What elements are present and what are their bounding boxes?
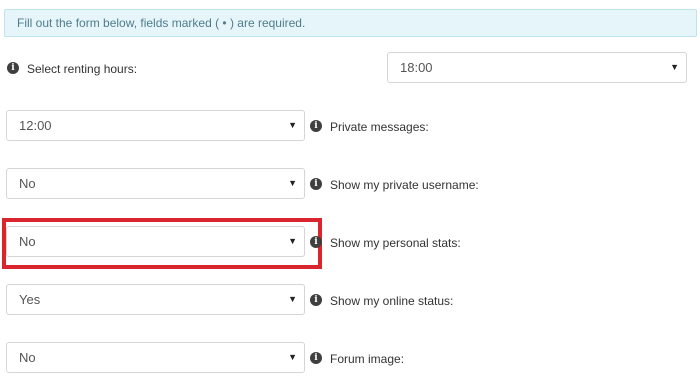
renting-hours-label: Select renting hours: bbox=[27, 62, 138, 76]
info-icon: i bbox=[310, 120, 322, 132]
chevron-down-icon: ▼ bbox=[288, 352, 297, 362]
forum-image-value: No bbox=[19, 350, 36, 365]
form-page: Fill out the form below, fields marked (… bbox=[0, 0, 700, 378]
chevron-down-icon: ▼ bbox=[288, 236, 297, 246]
personal-stats-label: Show my personal stats: bbox=[330, 236, 461, 250]
private-username-label: Show my private username: bbox=[330, 178, 479, 192]
online-status-label: Show my online status: bbox=[330, 294, 454, 308]
forum-image-select[interactable]: No ▼ bbox=[6, 342, 305, 373]
info-icon: i bbox=[310, 352, 322, 364]
private-username-value: No bbox=[19, 176, 36, 191]
private-username-select[interactable]: No ▼ bbox=[6, 168, 305, 199]
online-status-value: Yes bbox=[19, 292, 41, 307]
forum-image-label: Forum image: bbox=[330, 352, 405, 366]
chevron-down-icon: ▼ bbox=[288, 294, 297, 304]
info-icon: i bbox=[310, 294, 322, 306]
online-status-select[interactable]: Yes ▼ bbox=[6, 284, 305, 315]
chevron-down-icon: ▼ bbox=[670, 62, 679, 72]
private-messages-label: Private messages: bbox=[330, 120, 429, 134]
renting-hours-select[interactable]: 18:00 ▼ bbox=[387, 52, 687, 83]
personal-stats-select[interactable]: No ▼ bbox=[6, 226, 305, 257]
info-icon: i bbox=[310, 178, 322, 190]
chevron-down-icon: ▼ bbox=[288, 178, 297, 188]
info-icon: i bbox=[7, 62, 19, 74]
private-messages-value: 12:00 bbox=[19, 118, 52, 133]
personal-stats-value: No bbox=[19, 234, 36, 249]
renting-hours-value: 18:00 bbox=[400, 60, 433, 75]
form-notice: Fill out the form below, fields marked (… bbox=[4, 9, 697, 37]
private-messages-select[interactable]: 12:00 ▼ bbox=[6, 110, 305, 141]
chevron-down-icon: ▼ bbox=[288, 120, 297, 130]
info-icon: i bbox=[310, 236, 322, 248]
